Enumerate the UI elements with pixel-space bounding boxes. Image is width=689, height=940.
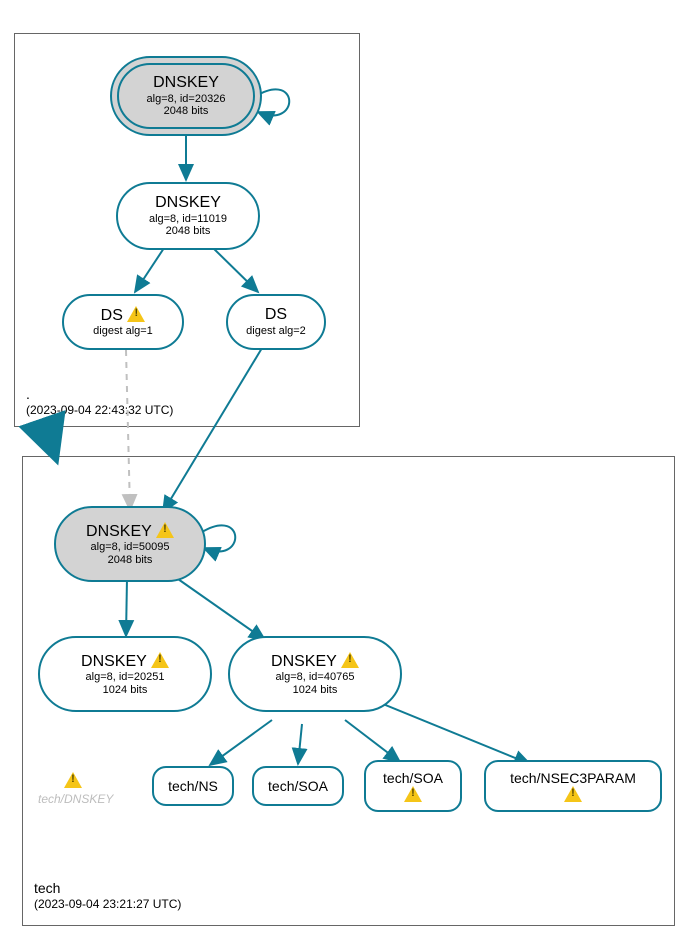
- edge-zsk2-to-ns: [210, 720, 272, 765]
- edge-tld-ksk-to-zsk2: [168, 572, 265, 640]
- node-tld-zsk1-title-text: DNSKEY: [81, 653, 147, 670]
- node-root-ksk-alg: alg=8, id=20326: [147, 93, 226, 106]
- ghost-dnskey-label: tech/DNSKEY: [38, 792, 113, 806]
- node-tld-ksk-title: DNSKEY: [86, 522, 174, 541]
- edge-tld-ksk-selfloop: [202, 525, 235, 551]
- node-root-zsk: DNSKEY alg=8, id=11019 2048 bits: [116, 182, 260, 250]
- edge-zsk2-to-nsec3: [378, 702, 530, 764]
- node-tld-zsk2-alg: alg=8, id=40765: [276, 671, 355, 684]
- node-ds1-title-text: DS: [101, 307, 123, 324]
- dnssec-diagram: { "zones": { "root": { "name": ".", "tim…: [0, 0, 689, 940]
- edge-zsk2-to-soa1: [298, 724, 302, 764]
- node-root-ksk-title: DNSKEY: [153, 74, 219, 92]
- edge-ds1-to-tld-ksk: [126, 350, 130, 510]
- node-ds1: DS digest alg=1: [62, 294, 184, 350]
- edge-zsk2-to-soa2: [345, 720, 400, 762]
- node-ds2: DS digest alg=2: [226, 294, 326, 350]
- warning-icon: [341, 652, 359, 668]
- rrset-soa2-text: tech/SOA: [383, 770, 443, 787]
- node-tld-zsk1-alg: alg=8, id=20251: [86, 671, 165, 684]
- node-tld-ksk-alg: alg=8, id=50095: [91, 541, 170, 554]
- rrset-nsec3-text: tech/NSEC3PARAM: [510, 770, 636, 787]
- node-ds2-digest: digest alg=2: [246, 325, 306, 338]
- warning-icon: [64, 772, 82, 788]
- node-tld-ksk-bits: 2048 bits: [108, 554, 153, 567]
- warning-icon: [404, 786, 422, 802]
- warning-icon: [127, 306, 145, 322]
- node-root-zsk-title: DNSKEY: [155, 194, 221, 212]
- node-tld-zsk2-title-text: DNSKEY: [271, 653, 337, 670]
- node-tld-zsk2-bits: 1024 bits: [293, 684, 338, 697]
- node-ds1-title: DS: [101, 306, 146, 325]
- edge-tld-ksk-to-zsk1: [126, 578, 127, 636]
- rrset-soa-1: tech/SOA: [252, 766, 344, 806]
- warning-icon: [156, 522, 174, 538]
- node-root-zsk-bits: 2048 bits: [166, 225, 211, 238]
- node-ds2-title: DS: [265, 306, 287, 324]
- node-root-zsk-alg: alg=8, id=11019: [149, 213, 227, 226]
- node-root-ksk-bits: 2048 bits: [164, 105, 209, 118]
- node-tld-zsk1: DNSKEY alg=8, id=20251 1024 bits: [38, 636, 212, 712]
- rrset-soa-2: tech/SOA: [364, 760, 462, 812]
- rrset-ns: tech/NS: [152, 766, 234, 806]
- edge-ds2-to-tld-ksk: [163, 348, 262, 512]
- edge-root-zsk-to-ds1: [135, 245, 166, 292]
- rrset-ns-text: tech/NS: [168, 778, 218, 795]
- node-tld-zsk1-title: DNSKEY: [81, 652, 169, 671]
- node-tld-ksk: DNSKEY alg=8, id=50095 2048 bits: [54, 506, 206, 582]
- warning-icon: [564, 786, 582, 802]
- node-tld-ksk-title-text: DNSKEY: [86, 523, 152, 540]
- ghost-dnskey-warn: [64, 772, 82, 789]
- edge-zone-root-to-tld: [45, 427, 55, 456]
- node-tld-zsk2: DNSKEY alg=8, id=40765 1024 bits: [228, 636, 402, 712]
- node-tld-zsk2-title: DNSKEY: [271, 652, 359, 671]
- node-root-ksk: DNSKEY alg=8, id=20326 2048 bits: [110, 56, 262, 136]
- node-tld-zsk1-bits: 1024 bits: [103, 684, 148, 697]
- rrset-nsec3param: tech/NSEC3PARAM: [484, 760, 662, 812]
- warning-icon: [151, 652, 169, 668]
- edge-root-zsk-to-ds2: [210, 245, 258, 292]
- node-ds1-digest: digest alg=1: [93, 325, 153, 338]
- rrset-soa1-text: tech/SOA: [268, 778, 328, 795]
